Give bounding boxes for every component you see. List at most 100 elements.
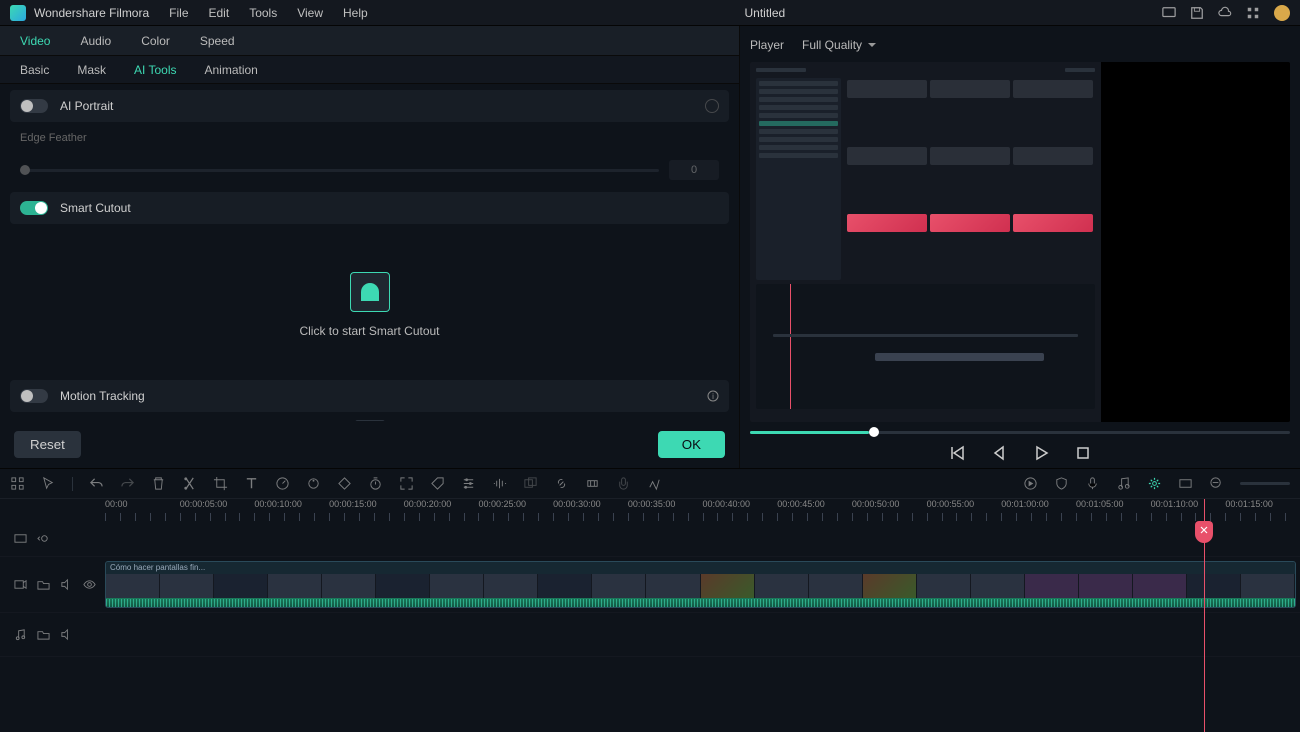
timeline-panel: 00:0000:00:05:0000:00:10:0000:00:15:0000… [0, 468, 1300, 732]
auto-ripple-icon[interactable] [37, 532, 50, 545]
cursor-icon[interactable] [41, 476, 56, 491]
subtab-basic[interactable]: Basic [20, 63, 49, 77]
motion-tracking-label: Motion Tracking [60, 389, 707, 403]
keyframe-icon[interactable] [337, 476, 352, 491]
mute-icon[interactable] [60, 578, 73, 591]
properties-panel: Video Audio Color Speed Basic Mask AI To… [0, 26, 740, 468]
audio-track [0, 613, 1300, 657]
menu-edit[interactable]: Edit [209, 6, 230, 20]
save-icon[interactable] [1190, 6, 1204, 20]
play-icon[interactable] [1033, 445, 1049, 461]
screen-icon[interactable] [1162, 6, 1176, 20]
timer-icon[interactable] [368, 476, 383, 491]
redo-icon[interactable] [120, 476, 135, 491]
smart-cutout-label: Smart Cutout [60, 201, 719, 215]
motion-tracking-toggle[interactable] [20, 389, 48, 403]
svg-text:i: i [712, 392, 714, 401]
color-icon[interactable] [306, 476, 321, 491]
ai-tool-icon[interactable] [1147, 476, 1162, 491]
tab-speed[interactable]: Speed [200, 34, 235, 48]
folder-icon[interactable] [37, 628, 50, 641]
timeline-ruler[interactable]: 00:0000:00:05:0000:00:10:0000:00:15:0000… [0, 499, 1300, 521]
tab-video[interactable]: Video [20, 34, 50, 48]
fit-icon[interactable] [1178, 476, 1193, 491]
info-icon[interactable]: i [707, 390, 719, 402]
reset-button[interactable]: Reset [14, 431, 81, 458]
cloud-upload-icon[interactable] [1218, 6, 1232, 20]
mute-icon[interactable] [60, 628, 73, 641]
clip-audio-waveform [106, 598, 1295, 608]
playhead-handle[interactable] [1195, 521, 1213, 543]
video-track-icon [14, 578, 27, 591]
ok-button[interactable]: OK [658, 431, 725, 458]
audio-wave-icon[interactable] [492, 476, 507, 491]
ai-portrait-toggle[interactable] [20, 99, 48, 113]
music-icon[interactable] [1116, 476, 1131, 491]
menu-help[interactable]: Help [343, 6, 368, 20]
scrub-bar[interactable] [750, 426, 1290, 438]
edge-feather-value[interactable]: 0 [669, 160, 719, 180]
stop-icon[interactable] [1075, 445, 1091, 461]
tag-icon[interactable] [430, 476, 445, 491]
menu-tools[interactable]: Tools [249, 6, 277, 20]
video-track: Cómo hacer pantallas fin... [0, 557, 1300, 613]
mix-icon[interactable] [647, 476, 662, 491]
text-icon[interactable] [244, 476, 259, 491]
playhead[interactable] [1204, 499, 1205, 732]
speed-icon[interactable] [275, 476, 290, 491]
track-settings-icon[interactable] [14, 532, 27, 545]
folder-icon[interactable] [37, 578, 50, 591]
subtab-ai-tools[interactable]: AI Tools [134, 63, 176, 77]
edge-feather-label: Edge Feather [20, 132, 100, 144]
ai-portrait-row: AI Portrait [10, 90, 729, 122]
tab-color[interactable]: Color [141, 34, 170, 48]
smart-cutout-button[interactable] [350, 272, 390, 312]
main-menu: File Edit Tools View Help [169, 6, 368, 20]
delete-icon[interactable] [151, 476, 166, 491]
titlebar: Wondershare Filmora File Edit Tools View… [0, 0, 1300, 26]
shield-icon[interactable] [1054, 476, 1069, 491]
player-panel: Player Full Quality [740, 26, 1300, 468]
audio-track-icon [14, 628, 27, 641]
app-logo-icon [10, 5, 26, 21]
video-clip[interactable]: Cómo hacer pantallas fin... [105, 561, 1296, 608]
subtab-mask[interactable]: Mask [77, 63, 106, 77]
prev-frame-icon[interactable] [991, 445, 1007, 461]
render-icon[interactable] [1023, 476, 1038, 491]
skip-back-icon[interactable] [949, 445, 965, 461]
smart-cutout-toggle[interactable] [20, 201, 48, 215]
link-icon[interactable] [554, 476, 569, 491]
menu-file[interactable]: File [169, 6, 188, 20]
subtab-animation[interactable]: Animation [204, 63, 257, 77]
reset-icon[interactable] [705, 99, 719, 113]
motion-tracking-row: Motion Tracking i [10, 380, 729, 412]
document-title: Untitled [368, 6, 1162, 20]
smart-cutout-cta: Click to start Smart Cutout [299, 324, 439, 338]
split-icon[interactable] [182, 476, 197, 491]
timeline-toolbar [0, 469, 1300, 499]
player-label: Player [750, 38, 784, 52]
zoom-slider[interactable] [1240, 482, 1290, 485]
chevron-down-icon [868, 43, 876, 51]
expand-icon[interactable] [399, 476, 414, 491]
marker-tool-icon[interactable] [585, 476, 600, 491]
zoom-out-icon[interactable] [1209, 476, 1224, 491]
menu-view[interactable]: View [297, 6, 323, 20]
voiceover-icon[interactable] [616, 476, 631, 491]
adjust-icon[interactable] [461, 476, 476, 491]
person-icon [361, 283, 379, 301]
ai-portrait-label: AI Portrait [60, 99, 705, 113]
video-preview[interactable] [750, 62, 1290, 422]
mic-icon[interactable] [1085, 476, 1100, 491]
clip-title: Cómo hacer pantallas fin... [110, 563, 205, 572]
tab-audio[interactable]: Audio [80, 34, 111, 48]
edge-feather-slider[interactable] [20, 169, 659, 172]
visibility-icon[interactable] [83, 578, 96, 591]
user-avatar[interactable] [1274, 5, 1290, 21]
snap-icon[interactable] [10, 476, 25, 491]
undo-icon[interactable] [89, 476, 104, 491]
crop-icon[interactable] [213, 476, 228, 491]
group-icon[interactable] [523, 476, 538, 491]
apps-grid-icon[interactable] [1246, 6, 1260, 20]
quality-dropdown[interactable]: Full Quality [802, 38, 876, 52]
